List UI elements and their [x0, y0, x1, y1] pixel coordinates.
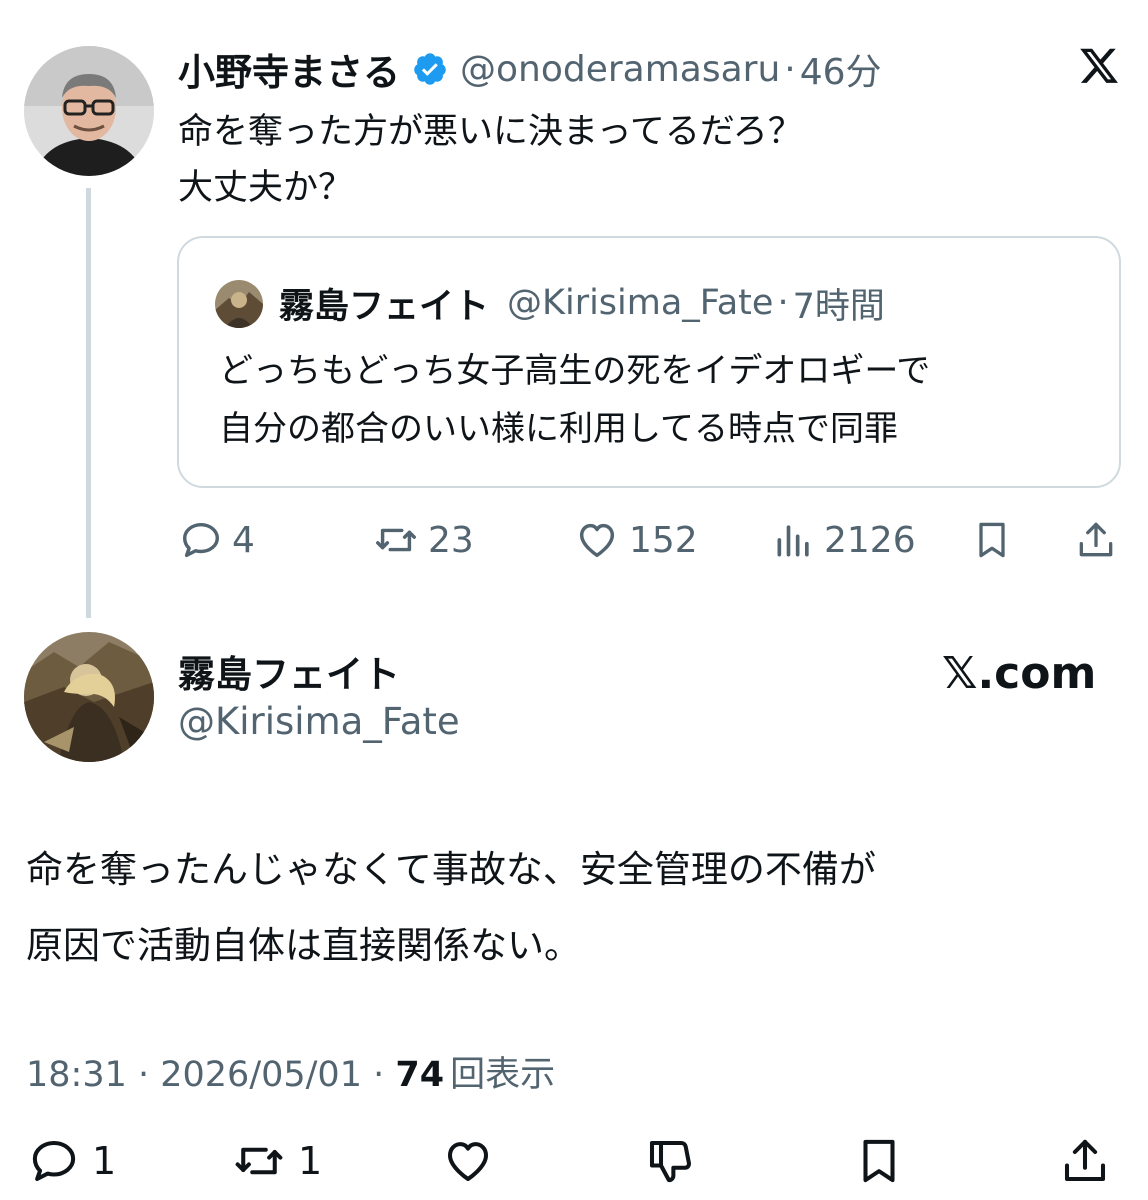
quote-tweet[interactable]: 霧島フェイト @Kirisima_Fate · 7時間 どっちもどっち女子高生の…	[177, 236, 1121, 488]
author-name[interactable]: 小野寺まさる	[178, 42, 400, 96]
post-time[interactable]: 46分	[800, 43, 882, 95]
reply-author-handle[interactable]: @Kirisima_Fate	[178, 700, 460, 743]
tweet-text-line: 命を奪った方が悪いに決まってるだろ？	[178, 112, 803, 152]
views-button[interactable]: 2126	[772, 515, 916, 565]
reply-author-name[interactable]: 霧島フェイト	[178, 644, 400, 698]
thread-line	[86, 188, 91, 618]
reply-bookmark-button[interactable]	[852, 1136, 906, 1186]
reply-like-button[interactable]	[440, 1136, 496, 1186]
bookmark-icon	[852, 1134, 906, 1188]
quote-author-handle[interactable]: @Kirisima_Fate	[507, 283, 773, 323]
separator: ·	[777, 283, 789, 323]
quote-text: どっちもどっち女子高生の死をイデオロギーで 自分の都合のいい様に利用してる時点で…	[219, 342, 930, 458]
share-icon	[1074, 517, 1118, 563]
retweet-count: 23	[428, 519, 474, 561]
quote-time[interactable]: 7時間	[793, 278, 885, 329]
reply-icon	[178, 517, 224, 563]
like-count: 152	[629, 519, 698, 561]
x-logo-icon[interactable]	[1078, 48, 1120, 88]
kirisima-avatar[interactable]	[24, 632, 154, 762]
quote-text-line: どっちもどっち女子高生の死をイデオロギーで	[219, 351, 931, 391]
like-icon	[440, 1134, 496, 1188]
reply-views-label: 回表示	[450, 1055, 556, 1095]
like-button[interactable]: 152	[573, 515, 698, 565]
share-button[interactable]	[1074, 515, 1118, 565]
reply-text-line: 命を奪ったんじゃなくて事故な、安全管理の不備が	[26, 848, 876, 891]
author-handle[interactable]: @onoderamasaru	[460, 49, 780, 90]
bookmark-icon	[970, 517, 1014, 563]
share-icon	[1058, 1134, 1112, 1188]
views-icon	[772, 517, 816, 563]
reply-timestamp[interactable]: 18:31 · 2026/05/01 ·	[26, 1055, 395, 1095]
quote-text-line: 自分の都合のいい様に利用してる時点で同罪	[219, 409, 898, 449]
dislike-icon	[642, 1134, 698, 1188]
x-com-brand: 𝕏.com	[942, 648, 1097, 699]
kirisima-small-avatar	[215, 280, 263, 328]
reply-icon	[26, 1134, 82, 1188]
onodera-avatar[interactable]	[24, 46, 154, 176]
reply-count: 4	[232, 519, 255, 561]
reply-dislike-button[interactable]	[642, 1136, 698, 1186]
retweet-icon	[230, 1134, 288, 1188]
tweet-text: 命を奪った方が悪いに決まってるだろ？ 大丈夫か？	[178, 104, 803, 216]
reply-text-line: 原因で活動自体は直接関係ない。	[26, 924, 581, 967]
bookmark-button[interactable]	[970, 515, 1014, 565]
retweet-button[interactable]: 23	[372, 515, 474, 565]
reply-retweet-button[interactable]: 1	[230, 1136, 322, 1186]
views-count: 2126	[824, 519, 916, 561]
reply-meta: 18:31 · 2026/05/01 · 74 回表示	[26, 1046, 555, 1097]
retweet-icon	[372, 517, 420, 563]
reply-share-button[interactable]	[1058, 1136, 1112, 1186]
reply-text: 命を奪ったんじゃなくて事故な、安全管理の不備が 原因で活動自体は直接関係ない。	[26, 832, 876, 984]
reply-reply-count: 1	[92, 1139, 117, 1183]
reply-button[interactable]: 4	[178, 515, 255, 565]
reply-views-count: 74	[395, 1055, 445, 1095]
separator: ·	[784, 48, 796, 90]
reply-retweet-count: 1	[298, 1139, 323, 1183]
verified-badge-icon	[412, 51, 448, 87]
quote-author-name[interactable]: 霧島フェイト	[279, 278, 489, 329]
like-icon	[573, 517, 621, 563]
reply-reply-button[interactable]: 1	[26, 1136, 116, 1186]
tweet-text-line: 大丈夫か？	[178, 168, 354, 208]
